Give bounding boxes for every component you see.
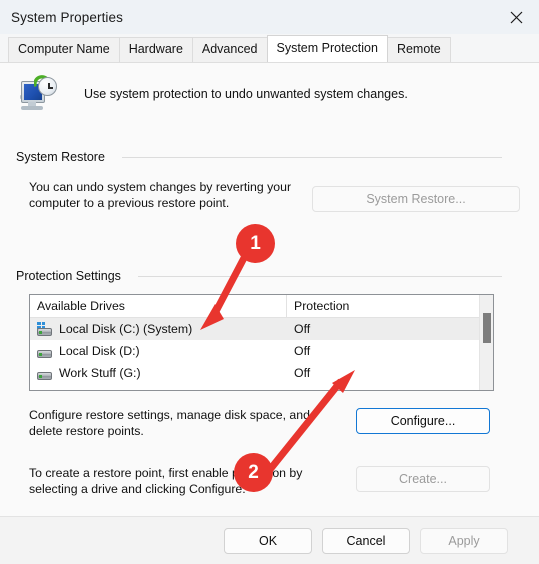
drive-name-label: series (H:): [59, 388, 116, 390]
protection-header-text: Use system protection to undo unwanted s…: [84, 87, 408, 101]
drive-name-cell: series (H:): [30, 388, 287, 391]
close-icon[interactable]: [494, 0, 539, 34]
tab-strip: Computer Name Hardware Advanced System P…: [0, 34, 539, 62]
drive-protection-value: Off: [294, 344, 311, 358]
dialog-footer: OK Cancel Apply: [0, 516, 539, 564]
ok-button[interactable]: OK: [224, 528, 312, 554]
local-disk-d-row[interactable]: Local Disk (D:) Off: [30, 340, 493, 362]
drive-name-label: Work Stuff (G:): [59, 366, 141, 380]
drive-protection-value: Off: [287, 388, 493, 390]
system-drive-icon: [36, 321, 53, 337]
window-title: System Properties: [11, 9, 123, 25]
group-rule-protection-settings: [138, 276, 502, 277]
work-stuff-g-row[interactable]: Work Stuff (G:) Off: [30, 362, 493, 384]
list-scrollbar[interactable]: [479, 295, 493, 390]
column-header-available-drives[interactable]: Available Drives: [30, 295, 287, 317]
system-protection-icon: [16, 75, 62, 115]
system-restore-button[interactable]: System Restore...: [312, 186, 520, 212]
series-h-row[interactable]: series (H:) Off: [30, 384, 493, 391]
drive-protection-value: Off: [294, 366, 311, 380]
configure-button[interactable]: Configure...: [356, 408, 490, 434]
apply-button[interactable]: Apply: [420, 528, 508, 554]
title-bar: System Properties: [0, 0, 539, 34]
drive-icon: [36, 366, 53, 381]
list-header-row: Available Drives Protection: [30, 295, 493, 318]
group-label-protection-settings: Protection Settings: [16, 269, 129, 283]
drive-name-cell: Local Disk (C:) (System): [30, 321, 287, 337]
drive-name-label: Local Disk (D:): [59, 344, 140, 358]
tab-advanced[interactable]: Advanced: [191, 37, 268, 62]
drive-icon: [36, 344, 53, 359]
tab-hardware[interactable]: Hardware: [118, 37, 193, 62]
drive-name-label: Local Disk (C:) (System): [59, 322, 193, 336]
tab-remote[interactable]: Remote: [386, 37, 451, 62]
local-disk-c-row[interactable]: Local Disk (C:) (System) Off: [30, 318, 493, 340]
cancel-button[interactable]: Cancel: [322, 528, 410, 554]
scrollbar-thumb[interactable]: [483, 313, 491, 343]
system-restore-description: You can undo system changes by reverting…: [29, 180, 292, 210]
create-description: To create a restore point, first enable …: [29, 466, 303, 496]
tab-content-system-protection: Use system protection to undo unwanted s…: [0, 62, 539, 516]
available-drives-list[interactable]: Available Drives Protection Local Disk (…: [29, 294, 494, 391]
group-rule-system-restore: [122, 157, 502, 158]
tab-system-protection[interactable]: System Protection: [266, 35, 388, 62]
configure-description: Configure restore settings, manage disk …: [29, 408, 310, 438]
system-properties-window: System Properties Computer Name Hardware…: [0, 0, 539, 564]
protection-header: Use system protection to undo unwanted s…: [16, 75, 408, 115]
drive-icon: [36, 388, 53, 391]
group-label-system-restore: System Restore: [16, 150, 113, 164]
column-header-protection[interactable]: Protection: [287, 295, 493, 317]
drive-name-cell: Work Stuff (G:): [30, 366, 287, 381]
create-button[interactable]: Create...: [356, 466, 490, 492]
drive-protection-value: Off: [294, 322, 311, 336]
drive-name-cell: Local Disk (D:): [30, 344, 287, 359]
tab-computer-name[interactable]: Computer Name: [8, 37, 120, 62]
